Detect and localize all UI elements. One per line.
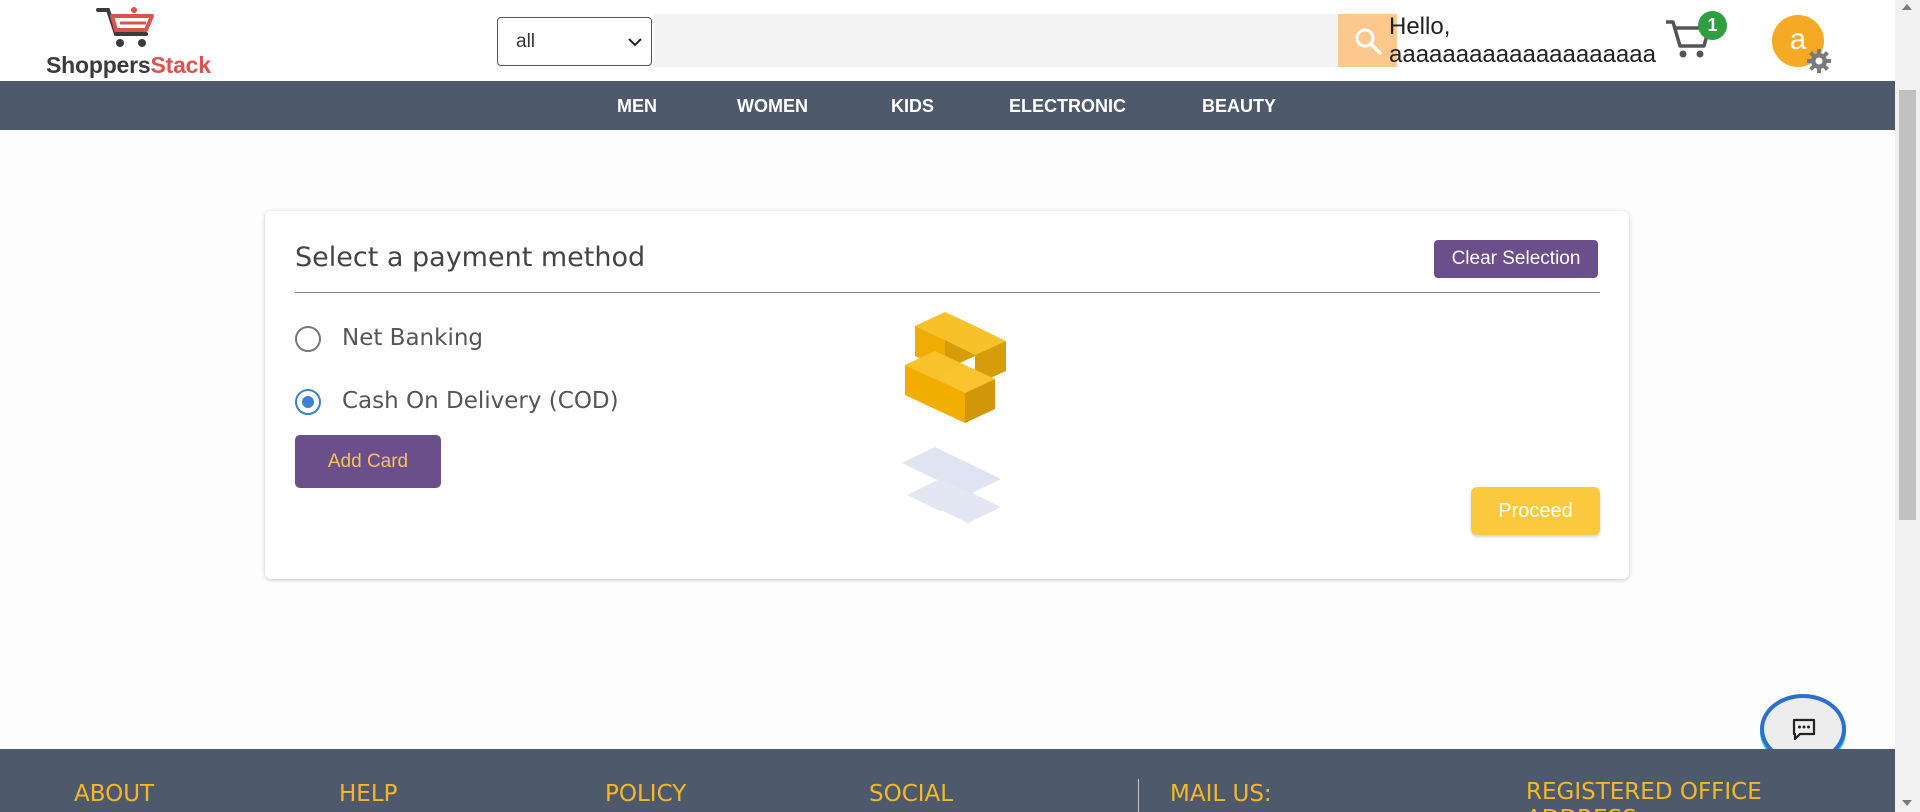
logo[interactable]: ShoppersStack xyxy=(44,4,224,79)
scrollbar-thumb[interactable] xyxy=(1899,90,1916,520)
greeting-hello: Hello, xyxy=(1389,13,1451,40)
footer-divider xyxy=(1138,779,1139,812)
cod-radio[interactable] xyxy=(295,389,321,415)
nav-item-men[interactable]: MEN xyxy=(617,81,657,130)
search-icon xyxy=(1355,28,1382,55)
footer-heading-office: REGISTERED OFFICE ADDRESS xyxy=(1526,779,1762,812)
divider xyxy=(295,292,1600,293)
add-card-button[interactable]: Add Card xyxy=(295,435,441,488)
user-greeting: Hello, aaaaaaaaaaaaaaaaaaaa xyxy=(1389,13,1656,69)
net-banking-radio[interactable] xyxy=(295,326,321,352)
header: ShoppersStack all Hello, aaaaaaaaaaaaaaa… xyxy=(0,0,1895,81)
logo-text: ShoppersStack xyxy=(46,52,211,79)
chevron-down-icon xyxy=(628,38,642,47)
footer-heading-about: ABOUT xyxy=(74,781,155,807)
nav-item-women[interactable]: WOMEN xyxy=(737,81,808,130)
search-input[interactable] xyxy=(654,14,1338,67)
net-banking-label: Net Banking xyxy=(342,325,484,351)
chat-icon xyxy=(1792,718,1816,741)
cart-logo-icon xyxy=(96,7,154,47)
clear-selection-button[interactable]: Clear Selection xyxy=(1434,240,1598,278)
payment-method-card: Select a payment method Clear Selection … xyxy=(265,211,1629,579)
gear-icon[interactable] xyxy=(1806,48,1832,74)
logo-text-part2: Stack xyxy=(150,52,211,78)
footer-heading-mail: MAIL US: xyxy=(1170,781,1272,807)
category-select[interactable]: all xyxy=(497,17,652,66)
category-select-value: all xyxy=(516,31,536,52)
nav-item-beauty[interactable]: BEAUTY xyxy=(1202,81,1276,130)
scroll-up-arrow[interactable] xyxy=(1902,4,1912,10)
category-nav: MEN WOMEN KIDS ELECTRONIC BEAUTY xyxy=(0,81,1895,130)
footer-heading-social: SOCIAL xyxy=(869,781,954,807)
payment-title: Select a payment method xyxy=(295,242,646,273)
cod-label: Cash On Delivery (COD) xyxy=(342,388,619,414)
nav-item-kids[interactable]: KIDS xyxy=(891,81,934,130)
logo-text-part1: Shoppers xyxy=(46,52,151,78)
greeting-username: aaaaaaaaaaaaaaaaaaaa xyxy=(1389,41,1656,68)
nav-item-electronic[interactable]: ELECTRONIC xyxy=(1009,81,1126,130)
footer-heading-policy: POLICY xyxy=(605,781,687,807)
blocks-loader-icon xyxy=(902,312,1006,523)
scroll-down-arrow[interactable] xyxy=(1902,800,1912,806)
footer: ABOUT HELP POLICY SOCIAL MAIL US: REGIST… xyxy=(0,749,1895,812)
cart-count-badge: 1 xyxy=(1698,11,1727,40)
footer-heading-help: HELP xyxy=(339,781,398,807)
proceed-button[interactable]: Proceed xyxy=(1471,487,1600,535)
